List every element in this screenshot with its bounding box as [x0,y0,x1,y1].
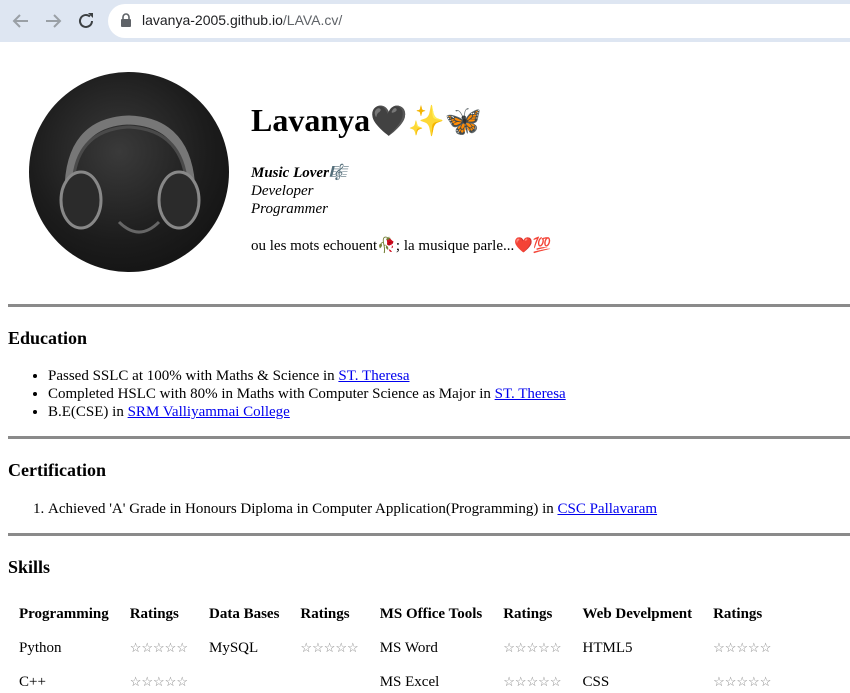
education-link-school[interactable]: ST. Theresa [495,386,566,402]
music-notes-icon: 🎼 [328,165,348,181]
skill-name: C++ [19,673,46,690]
education-item-text: B.E(CSE) in [48,404,128,420]
url-domain: lavanya-2005.github.io [142,12,283,28]
column-header: MS Office Tools [379,605,483,622]
browser-toolbar: lavanya-2005.github.io/LAVA.cv/ [0,0,850,42]
skills-heading: Skills [8,557,51,577]
rose-icon: 🥀 [377,238,396,254]
skill-name: MS Word [379,639,438,656]
education-item-text: Completed HSLC with 80% in Maths with Co… [48,386,495,402]
list-item: Achieved 'A' Grade in Honours Diploma in… [48,500,657,518]
column-header: Programming [19,605,109,622]
list-item: Passed SSLC at 100% with Maths & Science… [48,367,566,385]
column-header: Ratings [129,605,179,622]
skill-name: MS Excel [379,673,440,690]
page-content: Lavanya🖤✨🦋 Music Lover🎼 Developer Progra… [0,42,850,693]
divider [8,304,850,307]
forward-button[interactable] [41,9,65,33]
skill-name: CSS [582,673,610,690]
url-path: /LAVA.cv/ [282,12,343,28]
column-header: Ratings [300,605,350,622]
education-link-college[interactable]: SRM Valliyammai College [128,404,290,420]
education-heading: Education [8,328,88,348]
divider [8,533,850,536]
lock-icon [121,13,131,27]
education-link-school[interactable]: ST. Theresa [338,368,409,384]
star-rating [291,666,368,693]
heart-hundred-icon: ❤️💯 [514,238,552,254]
star-rating: ☆☆☆☆☆ [713,640,772,655]
certification-link[interactable]: CSC Pallavaram [557,501,657,517]
skill-name: MySQL [209,639,259,656]
column-header: Web Develpment [582,605,693,622]
star-rating: ☆☆☆☆☆ [503,640,562,655]
education-list: Passed SSLC at 100% with Maths & Science… [8,367,566,421]
url-text[interactable]: lavanya-2005.github.io/LAVA.cv/ [142,12,342,28]
table-header-row: Programming Ratings Data Bases Ratings M… [10,598,781,630]
column-header: Ratings [503,605,553,622]
list-item: B.E(CSE) in SRM Valliyammai College [48,403,566,421]
star-rating: ☆☆☆☆☆ [129,640,188,655]
reload-icon [79,13,93,28]
star-rating: ☆☆☆☆☆ [713,674,772,689]
column-header: Ratings [713,605,763,622]
divider [8,436,850,439]
tagline-programmer: Programmer [251,201,328,217]
certification-item-text: Achieved 'A' Grade in Honours Diploma in… [48,501,558,517]
skill-name [200,666,289,693]
star-rating: ☆☆☆☆☆ [503,674,562,689]
profile-avatar [29,72,229,272]
profile-quote: ou les mots echouent🥀; la musique parle.… [251,236,552,255]
skill-name: Python [19,639,62,656]
table-row: C++ ☆☆☆☆☆ MS Excel ☆☆☆☆☆ CSS ☆☆☆☆☆ [10,666,781,693]
certification-heading: Certification [8,460,106,480]
reload-button[interactable] [74,9,98,33]
heart-sparkles-butterfly-icon: 🖤✨🦋 [370,105,483,138]
star-rating: ☆☆☆☆☆ [129,674,188,689]
quote-text-2: ; la musique parle... [395,238,515,254]
arrow-left-icon [12,14,28,28]
profile-taglines: Music Lover🎼 Developer Programmer [251,164,348,218]
profile-name-text: Lavanya [251,102,371,138]
address-bar[interactable]: lavanya-2005.github.io/LAVA.cv/ [108,4,850,38]
quote-text-1: ou les mots echouent [251,238,378,254]
list-item: Completed HSLC with 80% in Maths with Co… [48,385,566,403]
arrow-right-icon [46,14,62,28]
skill-name: HTML5 [582,639,633,656]
column-header: Data Bases [209,605,280,622]
certification-list: Achieved 'A' Grade in Honours Diploma in… [8,500,657,518]
tagline-developer: Developer [251,183,314,199]
education-item-text: Passed SSLC at 100% with Maths & Science… [48,368,339,384]
profile-name: Lavanya🖤✨🦋 [251,102,482,139]
back-button[interactable] [9,9,33,33]
headphones-image [59,115,201,234]
skills-table: Programming Ratings Data Bases Ratings M… [8,596,783,693]
tagline-music: Music Lover [251,165,329,181]
star-rating: ☆☆☆☆☆ [300,640,359,655]
table-row: Python ☆☆☆☆☆ MySQL ☆☆☆☆☆ MS Word ☆☆☆☆☆ H… [10,632,781,664]
